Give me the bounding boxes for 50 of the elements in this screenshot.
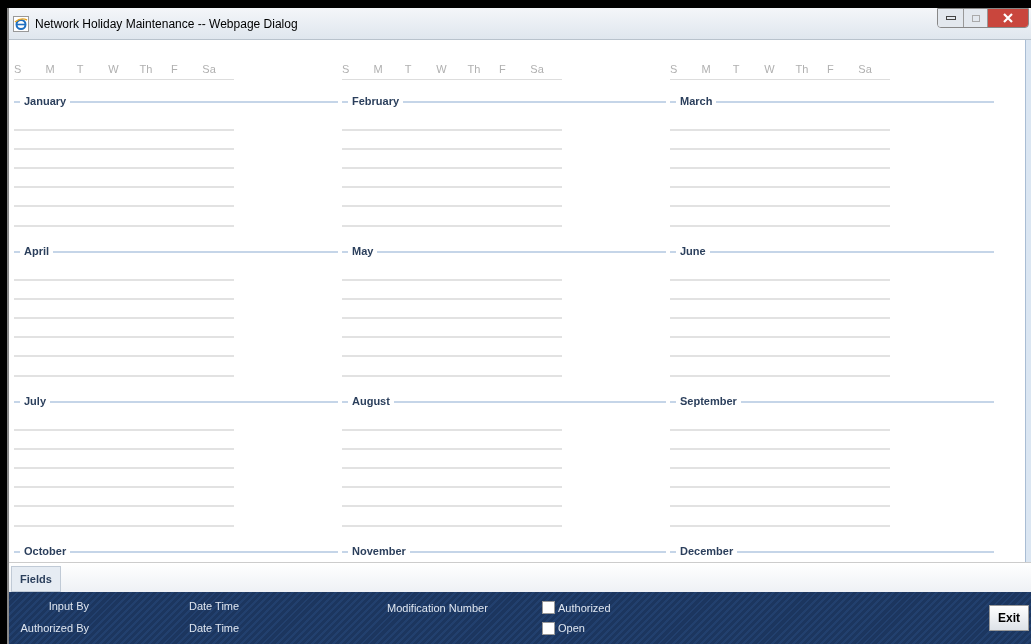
weekday-header: S bbox=[342, 62, 351, 77]
month-heading: January bbox=[23, 94, 68, 110]
weekday-header: Sa bbox=[202, 62, 217, 77]
weekday-header: S bbox=[14, 62, 23, 77]
month-heading: September bbox=[679, 394, 738, 410]
browser-logo-icon bbox=[13, 15, 29, 32]
weekday-header: T bbox=[732, 62, 741, 77]
weekday-header: T bbox=[404, 62, 413, 77]
weekday-header: S bbox=[670, 62, 679, 77]
field-label: Input By bbox=[48, 598, 89, 614]
weekday-header: M bbox=[45, 62, 56, 77]
field-label: Date Time bbox=[189, 621, 241, 636]
fields-tab[interactable]: Fields bbox=[11, 566, 61, 592]
checkbox[interactable] bbox=[542, 601, 555, 615]
weekday-header: F bbox=[826, 62, 835, 77]
exit-button[interactable]: Exit bbox=[989, 605, 1029, 631]
minimize-button[interactable] bbox=[938, 9, 964, 27]
weekday-header: W bbox=[108, 62, 120, 77]
weekday-header: M bbox=[701, 62, 712, 77]
weekday-header: Sa bbox=[858, 62, 873, 77]
field-label: Date Time bbox=[189, 598, 241, 614]
weekday-header: F bbox=[498, 62, 507, 77]
month-heading: April bbox=[23, 244, 51, 260]
weekday-header: T bbox=[76, 62, 85, 77]
weekday-header: M bbox=[373, 62, 384, 77]
month-heading: March bbox=[679, 94, 714, 110]
checkbox[interactable] bbox=[542, 621, 555, 635]
weekday-header: Th bbox=[467, 62, 482, 77]
weekday-header: W bbox=[764, 62, 776, 77]
month-heading: February bbox=[351, 94, 401, 110]
weekday-header: Th bbox=[795, 62, 810, 77]
weekday-header: Th bbox=[139, 62, 154, 77]
month-heading: May bbox=[351, 244, 375, 260]
field-label: Modification Number bbox=[387, 602, 488, 614]
scrollbar[interactable] bbox=[1025, 40, 1031, 562]
weekday-header: Sa bbox=[530, 62, 545, 77]
month-heading: August bbox=[351, 394, 391, 410]
month-heading: October bbox=[23, 544, 68, 560]
field-label: Authorized By bbox=[20, 621, 89, 636]
weekday-header: F bbox=[170, 62, 179, 77]
weekday-header: W bbox=[436, 62, 448, 77]
month-heading: December bbox=[679, 544, 735, 560]
close-button[interactable] bbox=[988, 9, 1028, 27]
window-title: Network Holiday Maintenance -- Webpage Dialog bbox=[35, 15, 298, 33]
checkbox-label: Open bbox=[558, 621, 585, 636]
checkbox-label: Authorized bbox=[558, 600, 611, 616]
month-heading: June bbox=[679, 244, 707, 260]
month-heading: November bbox=[351, 544, 407, 560]
close-icon bbox=[1003, 13, 1013, 23]
month-heading: July bbox=[23, 394, 47, 410]
